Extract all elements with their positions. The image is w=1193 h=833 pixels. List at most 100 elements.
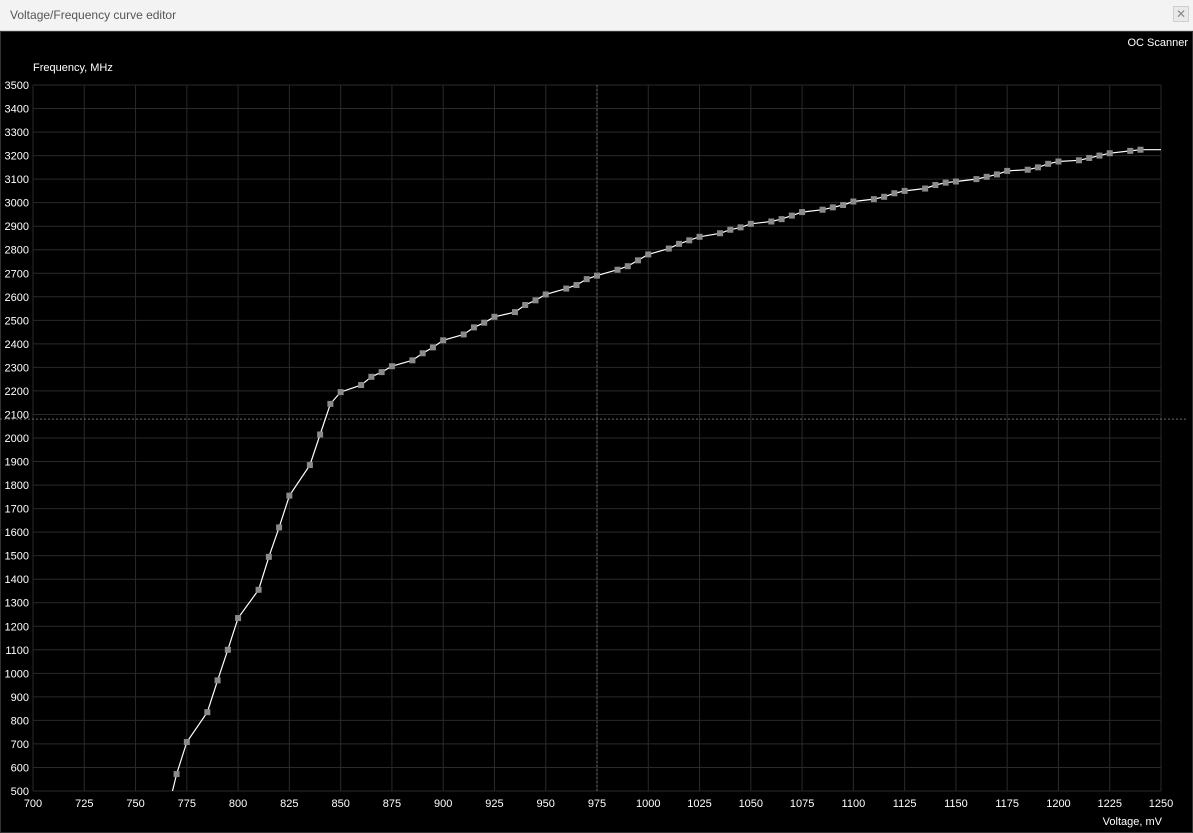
curve-point[interactable]: [840, 202, 847, 209]
curve-point[interactable]: [1106, 150, 1113, 157]
x-tick-label: 775: [178, 798, 196, 810]
curve-point[interactable]: [429, 344, 436, 351]
curve-point[interactable]: [368, 373, 375, 380]
curve-point[interactable]: [470, 324, 477, 331]
curve-point[interactable]: [1086, 154, 1093, 161]
curve-point[interactable]: [768, 218, 775, 225]
curve-point[interactable]: [624, 263, 631, 270]
curve-point[interactable]: [614, 266, 621, 273]
x-tick-label: 1050: [739, 798, 763, 810]
curve-point[interactable]: [870, 196, 877, 203]
y-tick-label: 800: [11, 715, 29, 727]
curve-point[interactable]: [358, 382, 365, 389]
curve-point[interactable]: [306, 462, 313, 469]
curve-point[interactable]: [573, 282, 580, 289]
curve-point[interactable]: [317, 431, 324, 438]
curve-point[interactable]: [481, 319, 488, 326]
curve-point[interactable]: [388, 363, 395, 370]
curve-point[interactable]: [952, 178, 959, 185]
y-tick-label: 2500: [5, 315, 29, 327]
curve-point[interactable]: [973, 176, 980, 183]
curve-point[interactable]: [1096, 152, 1103, 159]
curve-point[interactable]: [932, 182, 939, 189]
x-tick-label: 1075: [790, 798, 814, 810]
curve-point[interactable]: [850, 198, 857, 205]
curve-point[interactable]: [983, 173, 990, 180]
curve-point[interactable]: [696, 233, 703, 240]
curve-point[interactable]: [542, 291, 549, 298]
curve-point[interactable]: [717, 230, 724, 237]
curve-point[interactable]: [819, 206, 826, 213]
x-tick-label: 1100: [842, 798, 866, 810]
curve-point[interactable]: [522, 302, 529, 309]
curve-point[interactable]: [173, 771, 180, 778]
vf-curve-chart[interactable]: 700 725 750 775 800 825 850 875 900 925 950 975 1000…: [0, 0, 1193, 833]
curve-point[interactable]: [993, 171, 1000, 178]
curve-point[interactable]: [286, 492, 293, 499]
y-tick-label: 1200: [5, 621, 29, 633]
curve-point[interactable]: [327, 400, 334, 407]
curve-point[interactable]: [337, 389, 344, 396]
x-tick-label: 1025: [687, 798, 711, 810]
curve-point[interactable]: [901, 187, 908, 194]
x-tick-label: 1150: [944, 798, 968, 810]
x-tick-label: 850: [331, 798, 349, 810]
curve-point[interactable]: [583, 276, 590, 283]
curve-point[interactable]: [942, 179, 949, 186]
curve-point[interactable]: [460, 331, 467, 338]
curve-point[interactable]: [255, 586, 262, 593]
curve-point[interactable]: [881, 193, 888, 200]
curve-point[interactable]: [1055, 158, 1062, 165]
curve-point[interactable]: [665, 245, 672, 252]
curve-point[interactable]: [378, 369, 385, 376]
curve-point[interactable]: [686, 237, 693, 244]
y-tick-label: 1800: [5, 480, 29, 492]
curve-point[interactable]: [829, 204, 836, 211]
y-axis-label: Frequency, MHz: [33, 62, 113, 74]
curve-point[interactable]: [747, 220, 754, 227]
curve-point[interactable]: [440, 337, 447, 344]
curve-point[interactable]: [1045, 160, 1052, 167]
curve-point[interactable]: [727, 226, 734, 233]
curve-point[interactable]: [235, 615, 242, 622]
curve-point[interactable]: [635, 257, 642, 264]
curve-point[interactable]: [214, 677, 221, 684]
curve-point[interactable]: [511, 309, 518, 316]
curve-point[interactable]: [778, 216, 785, 223]
curve-point[interactable]: [563, 285, 570, 292]
y-tick-label: 2700: [5, 268, 29, 280]
curve-point[interactable]: [265, 553, 272, 560]
y-tick-label: 1400: [5, 574, 29, 586]
curve-point[interactable]: [891, 190, 898, 197]
curve-point[interactable]: [1127, 147, 1134, 154]
curve-point[interactable]: [1075, 157, 1082, 164]
curve-point[interactable]: [204, 709, 211, 716]
curve-point[interactable]: [676, 240, 683, 247]
x-tick-label: 725: [75, 798, 93, 810]
curve-point[interactable]: [276, 524, 283, 531]
curve-point[interactable]: [922, 185, 929, 192]
curve-point[interactable]: [491, 313, 498, 320]
curve-point[interactable]: [183, 739, 190, 746]
curve-point[interactable]: [409, 357, 416, 364]
y-tick-label: 1900: [5, 457, 29, 469]
curve-point[interactable]: [532, 297, 539, 304]
y-tick-label: 3400: [5, 104, 29, 116]
curve-point[interactable]: [788, 212, 795, 219]
y-tick-label: 900: [11, 692, 29, 704]
x-tick-label: 1225: [1097, 798, 1121, 810]
curve-point[interactable]: [645, 251, 652, 258]
x-tick-label: 1250: [1149, 798, 1173, 810]
curve-point[interactable]: [1004, 167, 1011, 174]
curve-point[interactable]: [737, 224, 744, 231]
y-tick-label: 500: [11, 786, 29, 798]
curve-point[interactable]: [1137, 146, 1144, 153]
curve-point[interactable]: [594, 272, 600, 279]
y-tick-label: 2100: [5, 409, 29, 421]
y-tick-label: 2200: [5, 386, 29, 398]
curve-point[interactable]: [799, 209, 806, 216]
curve-point[interactable]: [1024, 166, 1031, 173]
curve-point[interactable]: [419, 350, 426, 357]
curve-point[interactable]: [224, 646, 231, 653]
curve-point[interactable]: [1034, 164, 1041, 171]
